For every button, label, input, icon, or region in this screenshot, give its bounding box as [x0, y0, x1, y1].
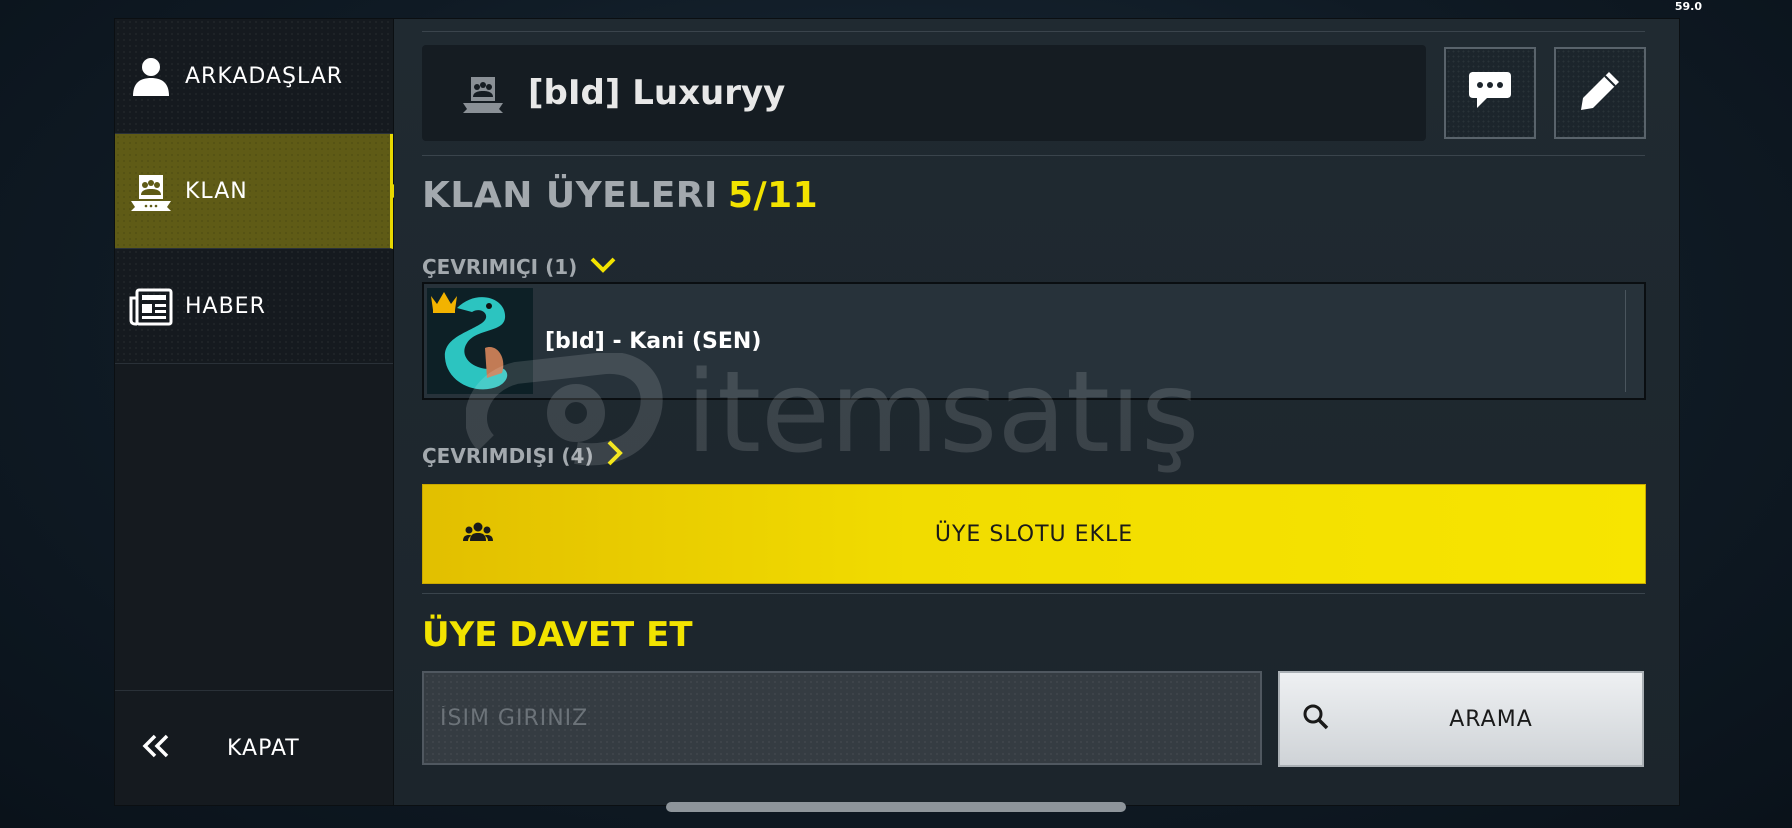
clan-panel: ARKADAŞLAR KLAN HABER KAPAT [bId] Luxury…	[114, 18, 1680, 806]
invite-name-input[interactable]	[422, 671, 1262, 765]
sidebar-item-label: ARKADAŞLAR	[185, 63, 344, 89]
online-label: ÇEVRIMIÇI (1)	[422, 255, 578, 279]
close-label: KAPAT	[227, 735, 300, 761]
pencil-icon	[1579, 70, 1621, 116]
search-label: ARAMA	[1449, 706, 1533, 732]
sidebar-item-label: HABER	[185, 293, 266, 319]
divider	[422, 593, 1645, 594]
clan-icon	[129, 169, 173, 213]
divider	[1625, 290, 1626, 392]
member-row[interactable]: [bId] - Kani (SEN)	[422, 282, 1646, 400]
sidebar-item-friends[interactable]: ARKADAŞLAR	[115, 19, 393, 134]
clan-header: [bId] Luxuryy	[422, 45, 1646, 141]
online-section-toggle[interactable]: ÇEVRIMIÇI (1)	[422, 255, 617, 279]
double-chevron-left-icon	[141, 733, 181, 763]
chat-button[interactable]	[1444, 47, 1536, 139]
close-button[interactable]: KAPAT	[115, 690, 393, 805]
offline-section-toggle[interactable]: ÇEVRIMDIŞI (4)	[422, 439, 624, 472]
chevron-right-icon	[606, 439, 624, 472]
scrollbar[interactable]	[666, 802, 1126, 812]
chevron-down-icon	[589, 255, 617, 279]
members-title-text: KLAN ÜYELERI	[422, 175, 718, 216]
news-icon	[129, 284, 173, 328]
sidebar-item-label: KLAN	[185, 178, 248, 204]
search-button[interactable]: ARAMA	[1278, 671, 1644, 767]
clan-name-box: [bId] Luxuryy	[422, 45, 1426, 141]
members-count: 5/11	[727, 175, 819, 216]
members-title: KLAN ÜYELERI 5/11	[422, 175, 818, 216]
divider	[422, 31, 1645, 32]
sidebar: ARKADAŞLAR KLAN HABER KAPAT	[115, 19, 402, 805]
add-member-slot-button[interactable]: ÜYE SLOTU EKLE	[422, 484, 1646, 584]
fps-counter: 59.0	[1674, 0, 1702, 13]
crown-icon	[429, 290, 459, 318]
invite-title: ÜYE DAVET ET	[422, 615, 693, 655]
edit-button[interactable]	[1554, 47, 1646, 139]
chat-icon	[1467, 70, 1513, 116]
search-icon	[1302, 703, 1330, 735]
divider	[422, 155, 1645, 156]
clan-name: [bId] Luxuryy	[528, 73, 786, 113]
sidebar-item-news[interactable]: HABER	[115, 249, 393, 364]
member-name: [bId] - Kani (SEN)	[545, 328, 762, 354]
offline-label: ÇEVRIMDIŞI (4)	[422, 443, 594, 468]
person-icon	[129, 54, 173, 98]
clan-emblem-icon	[458, 71, 508, 115]
clan-main: [bId] Luxuryy KLAN ÜYELERI 5/11 ÇEVRIMIÇI…	[394, 19, 1679, 805]
member-avatar	[427, 288, 533, 394]
add-slot-label: ÜYE SLOTU EKLE	[934, 521, 1134, 547]
sidebar-item-clan[interactable]: KLAN	[115, 134, 402, 249]
